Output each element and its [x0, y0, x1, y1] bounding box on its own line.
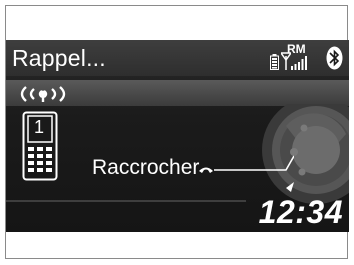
display-screen: Rappel... RM 1 Raccrocher 12:34: [6, 40, 349, 232]
hang-up-label[interactable]: Raccrocher: [92, 156, 199, 180]
divider-line: [6, 200, 246, 202]
hang-up-icon[interactable]: [198, 165, 214, 175]
clock-time: 12:34: [258, 194, 343, 230]
screen-title: Rappel...: [12, 45, 106, 71]
leader-line: [214, 155, 294, 171]
bluetooth-icon: [326, 46, 343, 70]
signal-strength-icon: [291, 56, 307, 70]
battery-icon: [270, 54, 279, 70]
wireless-waves-icon: [20, 86, 66, 102]
roaming-label: RM: [287, 42, 306, 56]
device-number: 1: [34, 117, 45, 137]
